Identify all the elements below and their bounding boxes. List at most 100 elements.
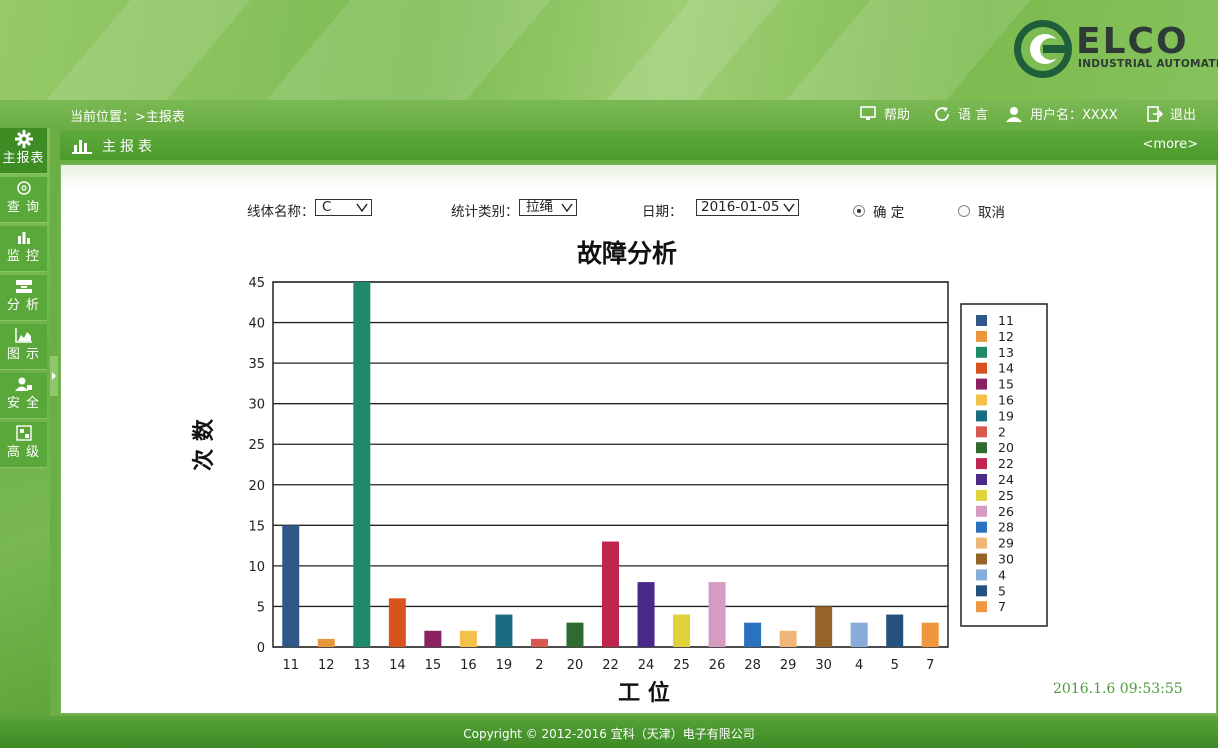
sidebar-collapse-handle[interactable] bbox=[50, 356, 58, 396]
x-tick-label: 16 bbox=[460, 658, 477, 673]
legend-swatch bbox=[976, 330, 987, 342]
logout-icon bbox=[1147, 105, 1164, 122]
legend-label: 16 bbox=[998, 393, 1014, 408]
legend-swatch bbox=[976, 315, 987, 326]
bar-chart-icon bbox=[17, 232, 30, 244]
sidebar-label: 监 控 bbox=[6, 249, 41, 264]
logout-label: 退出 bbox=[1170, 108, 1197, 123]
help-icon bbox=[860, 105, 876, 120]
sidebar-label: 图 示 bbox=[6, 347, 41, 362]
legend-label: 29 bbox=[998, 536, 1014, 551]
more-link[interactable]: <more> bbox=[1143, 137, 1198, 152]
x-tick-label: 30 bbox=[815, 658, 832, 673]
sidebar-item-monitor[interactable]: 监 控 bbox=[0, 226, 47, 272]
bar-19 bbox=[495, 614, 513, 647]
legend-swatch bbox=[976, 585, 987, 597]
bar-29 bbox=[779, 630, 797, 647]
legend-swatch bbox=[976, 426, 987, 438]
bar-16 bbox=[459, 630, 477, 647]
language-label: 语 言 bbox=[958, 108, 989, 123]
bar-28 bbox=[744, 622, 762, 647]
username-label: 用户名：XXXX bbox=[1030, 108, 1118, 123]
bar-11 bbox=[282, 525, 300, 647]
bar-14 bbox=[388, 598, 406, 647]
search-icon bbox=[16, 181, 31, 195]
bar-22 bbox=[602, 541, 619, 647]
x-tick-label: 22 bbox=[602, 658, 619, 673]
report-content: 线体名称： C 统计类别： 拉绳 日期： 2016-01-05 确 定 取消 故… bbox=[60, 164, 1217, 714]
sidebar-item-query[interactable]: 查 询 bbox=[0, 177, 47, 223]
refresh-icon bbox=[935, 106, 949, 121]
x-tick-label: 13 bbox=[354, 658, 371, 673]
user-lock-icon bbox=[14, 377, 32, 391]
x-tick-label: 28 bbox=[744, 658, 761, 673]
logout-link[interactable]: 退出 bbox=[1146, 104, 1196, 123]
breadcrumb: 当前位置：>主报表 bbox=[70, 110, 185, 125]
y-tick-label: 35 bbox=[248, 357, 265, 372]
sidebar-item-security[interactable]: 安 全 bbox=[0, 373, 47, 419]
legend-label: 20 bbox=[998, 440, 1014, 455]
panel-header: 主报表 <more> bbox=[60, 130, 1218, 160]
bar-2 bbox=[530, 638, 548, 647]
sidebar-item-diagram[interactable]: 图 示 bbox=[0, 324, 47, 370]
brand-subtitle: INDUSTRIAL AUTOMATION bbox=[1078, 58, 1218, 70]
legend-label: 26 bbox=[998, 504, 1014, 519]
language-link[interactable]: 语 言 bbox=[934, 104, 988, 123]
y-tick-label: 20 bbox=[248, 479, 265, 494]
legend-label: 13 bbox=[998, 345, 1014, 360]
legend-label: 25 bbox=[998, 488, 1014, 503]
footer-copyright: Copyright © 2012-2016 宜科（天津）电子有限公司 bbox=[0, 720, 1218, 748]
help-link[interactable]: 帮助 bbox=[860, 104, 910, 123]
legend-swatch bbox=[976, 410, 987, 422]
bar-chart-icon bbox=[72, 140, 92, 154]
x-tick-label: 5 bbox=[891, 658, 899, 673]
legend-label: 11 bbox=[998, 313, 1014, 328]
x-tick-label: 11 bbox=[282, 658, 299, 673]
brand-name: ELCO bbox=[1076, 21, 1189, 62]
legend-label: 7 bbox=[998, 599, 1006, 614]
x-tick-label: 24 bbox=[638, 658, 655, 673]
user-info[interactable]: 用户名：XXXX bbox=[1004, 104, 1118, 123]
user-icon bbox=[1006, 106, 1022, 122]
legend-swatch bbox=[976, 442, 987, 454]
elco-logo-mark-icon bbox=[1014, 20, 1072, 78]
analysis-icon bbox=[15, 280, 32, 293]
x-tick-label: 7 bbox=[926, 658, 934, 673]
y-tick-label: 15 bbox=[248, 519, 265, 534]
sidebar-label: 安 全 bbox=[6, 396, 41, 411]
legend-swatch bbox=[976, 521, 987, 533]
legend-label: 15 bbox=[998, 377, 1014, 392]
sidebar-item-main-report[interactable]: 主报表 bbox=[0, 128, 47, 174]
area-chart-icon bbox=[14, 328, 32, 343]
elco-logo: ELCO INDUSTRIAL AUTOMATION bbox=[1012, 18, 1218, 82]
legend-label: 12 bbox=[998, 329, 1014, 344]
advanced-icon bbox=[15, 425, 32, 441]
legend-swatch bbox=[976, 362, 987, 374]
legend-swatch bbox=[976, 458, 987, 470]
legend-swatch bbox=[976, 505, 987, 517]
legend-label: 30 bbox=[998, 552, 1014, 567]
sidebar-item-analysis[interactable]: 分 析 bbox=[0, 275, 47, 321]
legend-swatch bbox=[976, 553, 987, 565]
legend-label: 14 bbox=[998, 361, 1014, 376]
sidebar-label: 查 询 bbox=[6, 200, 41, 215]
sidebar-label: 主报表 bbox=[2, 151, 45, 166]
legend-swatch bbox=[976, 346, 987, 358]
legend-label: 28 bbox=[998, 520, 1014, 535]
legend-label: 5 bbox=[998, 583, 1006, 598]
chart-x-axis-label: 工 位 bbox=[618, 680, 670, 706]
timestamp: 2016.1.6 09:53:55 bbox=[1053, 681, 1183, 697]
x-tick-label: 20 bbox=[567, 658, 584, 673]
legend-swatch bbox=[976, 537, 987, 549]
legend-label: 4 bbox=[998, 567, 1006, 582]
x-tick-label: 19 bbox=[496, 658, 513, 673]
header-banner: ELCO INDUSTRIAL AUTOMATION bbox=[0, 0, 1218, 100]
info-bar: 当前位置：>主报表 帮助 语 言 用户名：XXXX 退出 bbox=[0, 100, 1218, 128]
y-tick-label: 10 bbox=[248, 560, 265, 575]
legend-swatch bbox=[976, 378, 987, 390]
fault-analysis-chart: 故障分析 次 数 工 位 051015202530354045 11 12 13 14… bbox=[191, 239, 1048, 706]
bar-30 bbox=[815, 606, 833, 647]
bar-13 bbox=[353, 282, 371, 647]
sidebar-item-advanced[interactable]: 高 级 bbox=[0, 422, 47, 468]
x-tick-label: 12 bbox=[318, 658, 335, 673]
